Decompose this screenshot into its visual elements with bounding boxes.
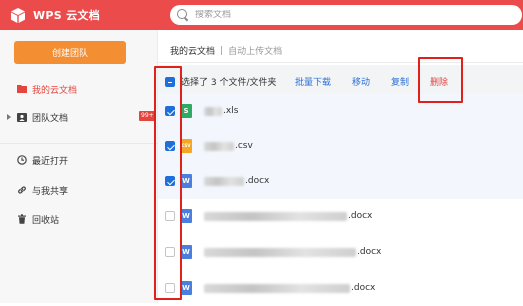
folder-icon <box>17 84 27 94</box>
batch-download-button[interactable]: 批量下载 <box>295 75 331 88</box>
redacted-text <box>204 106 222 116</box>
trash-icon <box>17 214 27 224</box>
divider <box>158 62 523 63</box>
delete-button-highlight <box>418 57 463 103</box>
sidebar: 创建团队 我的云文档 团队文档 99+ 最近打开 与我共享 回收站 <box>0 30 158 303</box>
sidebar-item-label: 与我共享 <box>32 186 69 197</box>
file-name[interactable]: .docx <box>204 174 269 188</box>
file-row[interactable]: CSV .csv <box>158 128 523 164</box>
search-icon <box>177 9 189 21</box>
search-input[interactable] <box>195 10 495 20</box>
file-extension: .csv <box>235 141 253 151</box>
file-extension: .docx <box>351 283 376 293</box>
file-row[interactable]: W .docx <box>158 270 523 306</box>
sidebar-item-shared[interactable]: 与我共享 <box>0 180 158 200</box>
sidebar-item-label: 回收站 <box>32 215 60 226</box>
file-row[interactable]: W .docx <box>158 163 523 199</box>
selection-count: 选择了 3 个文件/文件夹 <box>181 78 277 88</box>
redacted-text <box>204 247 356 257</box>
sidebar-item-recent[interactable]: 最近打开 <box>0 150 158 170</box>
file-name[interactable]: .docx <box>204 209 372 223</box>
move-button[interactable]: 移动 <box>352 75 370 88</box>
breadcrumb: 我的云文档 | 自动上传文档 <box>170 44 283 58</box>
file-name[interactable]: .xls <box>204 104 238 118</box>
sidebar-item-trash[interactable]: 回收站 <box>0 209 158 229</box>
redacted-text <box>204 211 347 221</box>
link-icon <box>17 185 27 195</box>
search-box[interactable] <box>170 5 522 25</box>
file-extension: .xls <box>223 106 239 116</box>
sidebar-item-label: 最近打开 <box>32 156 69 167</box>
redacted-text <box>204 283 350 293</box>
sidebar-item-label: 我的云文档 <box>32 85 78 96</box>
app-logo[interactable]: WPS 云文档 <box>11 7 100 23</box>
file-name[interactable]: .docx <box>204 245 381 259</box>
file-extension: .docx <box>245 176 270 186</box>
file-name[interactable]: .docx <box>204 281 375 295</box>
clock-icon <box>17 155 27 165</box>
file-row[interactable]: W .docx <box>158 234 523 270</box>
file-row[interactable]: W .docx <box>158 198 523 234</box>
team-folder-icon <box>17 112 27 122</box>
redacted-text <box>204 176 244 186</box>
cloud-box-icon <box>11 7 25 23</box>
create-team-button[interactable]: 创建团队 <box>14 41 126 64</box>
file-row[interactable]: S .xls <box>158 93 523 129</box>
breadcrumb-separator: | <box>220 45 224 56</box>
copy-button[interactable]: 复制 <box>391 75 409 88</box>
divider <box>0 143 158 144</box>
sidebar-item-my-cloud-docs[interactable]: 我的云文档 <box>0 79 158 99</box>
sidebar-item-team-docs[interactable]: 团队文档 99+ <box>0 107 158 127</box>
redacted-text <box>204 141 234 151</box>
checkbox-column-highlight <box>154 66 182 300</box>
sidebar-item-label: 团队文档 <box>32 113 69 124</box>
top-bar: WPS 云文档 <box>0 0 523 30</box>
file-extension: .docx <box>348 211 373 221</box>
breadcrumb-root[interactable]: 我的云文档 <box>170 44 215 57</box>
app-title: WPS 云文档 <box>33 9 101 22</box>
breadcrumb-current: 自动上传文档 <box>228 47 283 57</box>
file-name[interactable]: .csv <box>204 139 253 153</box>
caret-right-icon[interactable] <box>7 114 11 120</box>
file-extension: .docx <box>357 247 382 257</box>
